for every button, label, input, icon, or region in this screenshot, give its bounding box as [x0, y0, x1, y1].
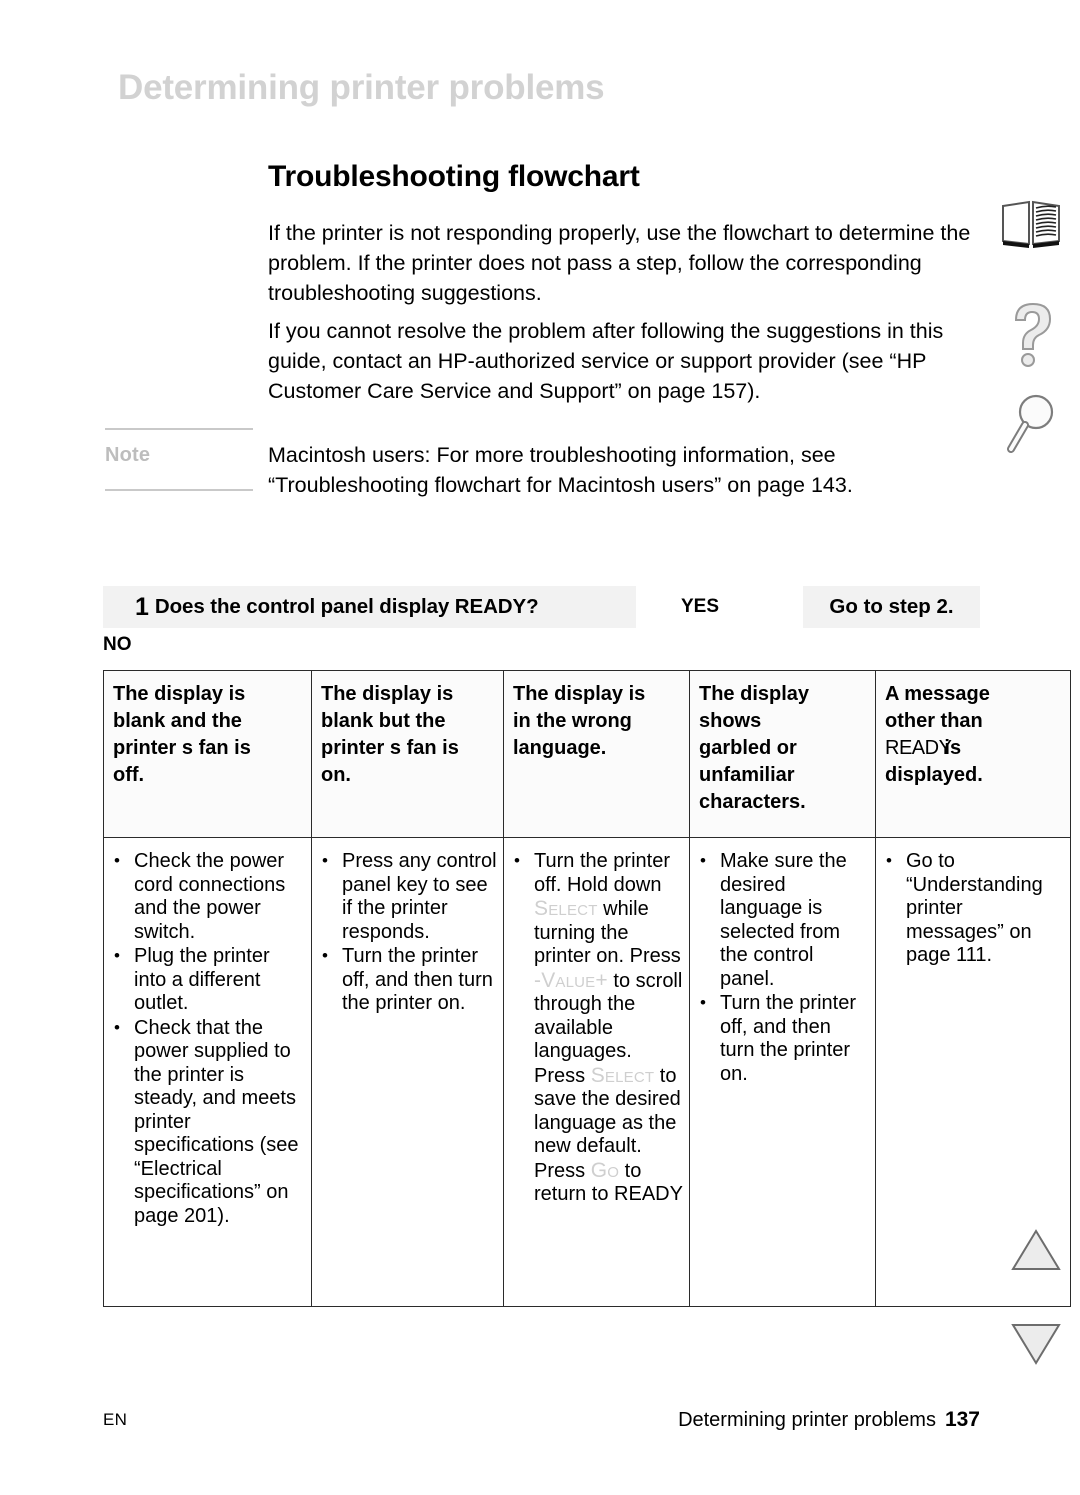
key-token-value: -Value+: [534, 968, 608, 992]
note-text: Macintosh users: For more troubleshootin…: [268, 443, 853, 497]
list-item: Make sure the desired language is select…: [696, 849, 869, 991]
intro-paragraph-block: If the printer is not responding properl…: [268, 218, 990, 330]
header-line: The display is: [513, 683, 646, 705]
header-line: other than: [885, 710, 983, 732]
header-line: The display: [699, 683, 810, 705]
header-line: garbled or: [699, 737, 797, 759]
header-line: displayed.: [885, 764, 983, 786]
note-label-box: Note: [105, 428, 253, 491]
note-label: Note: [105, 444, 151, 466]
flowchart-step-1-row: 1 Does the control panel display READY? …: [103, 586, 980, 628]
table-body-row: Check the power cord connections and the…: [103, 837, 1071, 1307]
header-line: characters.: [699, 791, 806, 813]
step-yes-label: YES: [681, 596, 720, 617]
table-header-cell-1: The display is blank and the printer s f…: [103, 670, 312, 838]
key-token-select: Select: [590, 1063, 655, 1087]
header-line: printer s fan is: [113, 737, 251, 759]
header-line: blank and the: [113, 710, 242, 732]
table-cell-suggestions-4: Make sure the desired language is select…: [689, 837, 876, 1307]
header-line: blank but the: [321, 710, 446, 732]
header-line: printer s fan is: [321, 737, 459, 759]
header-line: shows: [699, 710, 762, 732]
section-heading: Troubleshooting flowchart: [268, 160, 640, 193]
header-line: A message: [885, 683, 990, 705]
note-rule-bottom: [105, 489, 253, 491]
book-icon[interactable]: [1000, 200, 1062, 255]
step-question-box: 1 Does the control panel display READY?: [103, 586, 636, 628]
list-item: Check the power cord connections and the…: [110, 849, 305, 944]
list-item: Press any control panel key to see if th…: [318, 849, 497, 944]
bullet-list: Turn the printer off. Hold down Select w…: [510, 849, 683, 1207]
paragraph-1: If the printer is not responding properl…: [268, 221, 971, 305]
bullet-list: Go to “Understanding printer messages” o…: [882, 849, 1064, 968]
triangle-up-icon[interactable]: [1010, 1228, 1062, 1279]
header-line: language.: [513, 737, 607, 759]
step-no-label: NO: [103, 634, 132, 655]
header-line: The display is: [113, 683, 246, 705]
table-header-cell-2: The display is blank but the printer s f…: [311, 670, 504, 838]
list-item: Go to “Understanding printer messages” o…: [882, 849, 1064, 968]
step-number: 1: [135, 592, 149, 621]
step-yes-action-text: Go to step 2.: [829, 595, 954, 618]
list-item-rich: Turn the printer off. Hold down Select w…: [510, 849, 683, 1207]
running-header: Determining printer problems: [118, 68, 605, 107]
header-line: The display is: [321, 683, 454, 705]
header-line: is: [944, 737, 962, 759]
bullet-list: Check the power cord connections and the…: [110, 849, 305, 1229]
step-yes-action-box: Go to step 2.: [803, 586, 980, 628]
bullet-list: Press any control panel key to see if th…: [318, 849, 497, 1016]
question-mark-icon[interactable]: [1004, 300, 1062, 373]
support-paragraph-block: If you cannot resolve the problem after …: [268, 316, 990, 428]
header-line: unfamiliar: [699, 764, 795, 786]
magnifier-icon[interactable]: [1004, 392, 1062, 459]
footer-title-and-page: Determining printer problems 137: [678, 1408, 980, 1432]
footer-page-number: 137: [944, 1408, 980, 1431]
ready-token: READY: [614, 1183, 683, 1205]
document-page: Determining printer problems Troubleshoo…: [0, 0, 1080, 1495]
list-item: Turn the printer off, and then turn the …: [696, 991, 869, 1086]
table-header-cell-5: A message other than READYis displayed.: [875, 670, 1071, 838]
key-token-select: Select: [534, 897, 598, 920]
list-item: Plug the printer into a different outlet…: [110, 944, 305, 1016]
table-header-cell-3: The display is in the wrong language.: [503, 670, 690, 838]
header-line: in the wrong: [513, 710, 632, 732]
list-item: Check that the power supplied to the pri…: [110, 1016, 305, 1229]
footer-language: EN: [103, 1410, 128, 1429]
footer-title: Determining printer problems: [678, 1409, 936, 1431]
table-cell-suggestions-2: Press any control panel key to see if th…: [311, 837, 504, 1307]
table-cell-suggestions-1: Check the power cord connections and the…: [103, 837, 312, 1307]
header-ready-token: READY: [885, 737, 952, 759]
list-item: Turn the printer off, and then turn the …: [318, 944, 497, 1016]
table-header-row: The display is blank and the printer s f…: [103, 670, 1071, 838]
triangle-down-icon[interactable]: [1010, 1320, 1062, 1371]
step-question-text: Does the control panel display READY?: [154, 595, 539, 618]
header-line: on.: [321, 764, 351, 786]
text-run: Turn the printer off. Hold down: [534, 850, 670, 896]
table-header-cell-4: The display shows garbled or unfamiliar …: [689, 670, 876, 838]
troubleshooting-table: The display is blank and the printer s f…: [103, 670, 1071, 1307]
header-line: off.: [113, 764, 145, 786]
key-token-go: Go: [590, 1158, 620, 1182]
paragraph-2: If you cannot resolve the problem after …: [268, 319, 944, 403]
table-cell-suggestions-3: Turn the printer off. Hold down Select w…: [503, 837, 690, 1307]
bullet-list: Make sure the desired language is select…: [696, 849, 869, 1086]
